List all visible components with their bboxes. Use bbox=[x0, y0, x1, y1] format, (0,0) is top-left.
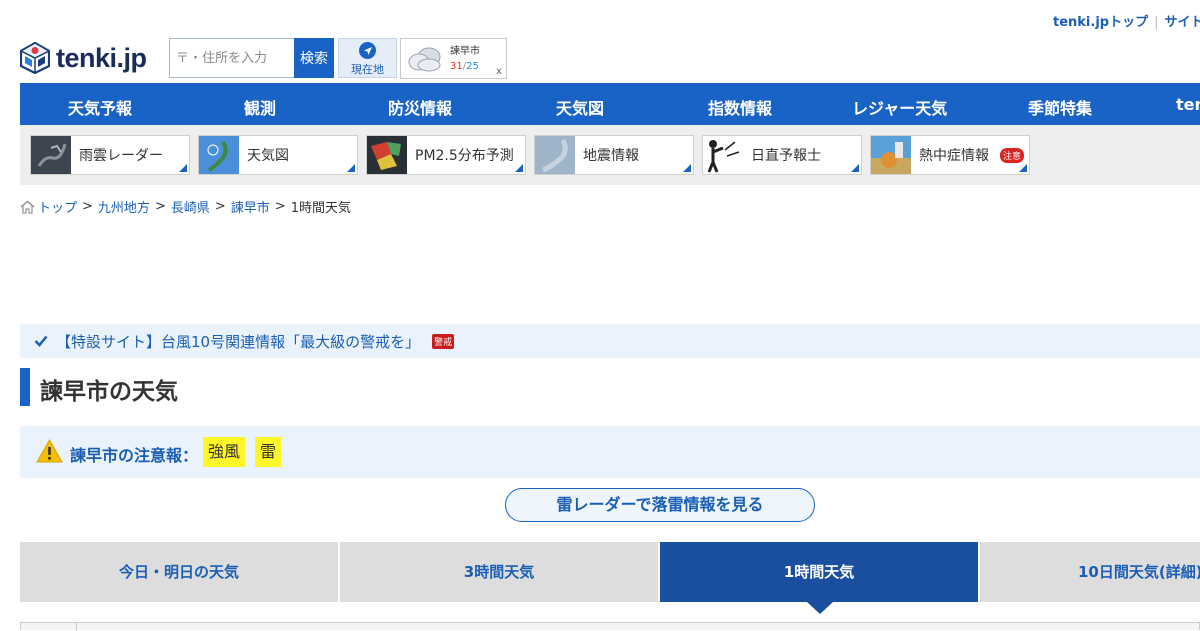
location-arrow-icon bbox=[359, 42, 376, 59]
nav-item-indices[interactable]: 指数情報 bbox=[708, 95, 772, 119]
tab-10-day[interactable]: 10日間天気(詳細) bbox=[980, 542, 1200, 602]
site-link[interactable]: サイト bbox=[1164, 15, 1200, 30]
hourly-table-header bbox=[20, 622, 1200, 631]
breadcrumb: トップ > 九州地方 > 長崎県 > 諫早市 > 1時間天気 bbox=[20, 197, 351, 216]
nav-item-disaster[interactable]: 防災情報 bbox=[388, 95, 452, 119]
cloud-icon bbox=[408, 47, 441, 72]
breadcrumb-isahaya[interactable]: 諫早市 bbox=[231, 197, 270, 216]
tenki-top-link[interactable]: tenki.jpトップ bbox=[1053, 15, 1148, 30]
warning-badge: 警戒 bbox=[432, 333, 455, 349]
special-site-link[interactable]: 【特設サイト】台風10号関連情報「最大級の警戒を」 bbox=[56, 331, 420, 352]
tile-heatstroke[interactable]: 熱中症情報 注意 bbox=[870, 135, 1030, 175]
tile-label: 天気図 bbox=[247, 148, 289, 164]
tile-pm25[interactable]: PM2.5分布予測 bbox=[366, 135, 526, 175]
tile-rain-radar[interactable]: 雨雲レーダー bbox=[30, 135, 190, 175]
breadcrumb-kyushu[interactable]: 九州地方 bbox=[98, 197, 150, 216]
weather-map-thumbnail bbox=[199, 136, 239, 174]
tile-label: 地震情報 bbox=[583, 148, 639, 164]
tile-label: 雨雲レーダー bbox=[79, 148, 163, 164]
breadcrumb-separator: > bbox=[274, 199, 286, 214]
logo-text: tenki.jp bbox=[56, 42, 147, 73]
special-site-banner[interactable]: 【特設サイト】台風10号関連情報「最大級の警戒を」 警戒 bbox=[20, 324, 1200, 358]
breadcrumb-top[interactable]: トップ bbox=[38, 197, 77, 216]
mini-temperatures: 31/25 bbox=[450, 61, 479, 72]
top-link-separator: | bbox=[1154, 15, 1159, 30]
advisory-label: 諫早市の注意報： bbox=[70, 446, 199, 465]
nav-item-weather-map[interactable]: 天気図 bbox=[556, 95, 604, 119]
warning-triangle-icon bbox=[36, 439, 63, 463]
corner-arrow-icon bbox=[515, 164, 523, 172]
tab-1-hour[interactable]: 1時間天気 bbox=[660, 542, 978, 602]
corner-arrow-icon bbox=[179, 164, 187, 172]
tab-3-hour[interactable]: 3時間天気 bbox=[340, 542, 658, 602]
earthquake-thumbnail bbox=[535, 136, 575, 174]
tile-forecaster[interactable]: 日直予報士 bbox=[702, 135, 862, 175]
forecaster-thumbnail bbox=[703, 136, 743, 174]
tenki-logo-icon bbox=[20, 42, 50, 74]
high-temp: 31 bbox=[450, 61, 463, 72]
site-logo[interactable]: tenki.jp bbox=[20, 42, 147, 74]
nav-item-seasonal[interactable]: 季節特集 bbox=[1028, 95, 1092, 119]
corner-arrow-icon bbox=[1019, 164, 1027, 172]
corner-arrow-icon bbox=[347, 164, 355, 172]
advisory-thunder[interactable]: 雷 bbox=[255, 437, 282, 467]
address-search: 検索 bbox=[169, 38, 334, 78]
lightning-radar-button[interactable]: 雷レーダーで落雷情報を見る bbox=[505, 488, 815, 522]
heatstroke-thumbnail bbox=[871, 136, 911, 174]
tile-label: 熱中症情報 bbox=[919, 148, 989, 164]
low-temp: 25 bbox=[466, 61, 479, 72]
tile-label: PM2.5分布予測 bbox=[415, 148, 514, 164]
search-button[interactable]: 検索 bbox=[294, 38, 334, 78]
top-links: tenki.jpトップ | サイト bbox=[1053, 11, 1200, 30]
close-mini-weather-button[interactable]: x bbox=[496, 66, 502, 77]
tile-label: 日直予報士 bbox=[751, 148, 821, 164]
pm25-thumbnail bbox=[367, 136, 407, 174]
current-location-button[interactable]: 現在地 bbox=[338, 38, 397, 78]
address-search-input[interactable] bbox=[169, 38, 294, 78]
corner-arrow-icon bbox=[851, 164, 859, 172]
nav-item-forecast[interactable]: 天気予報 bbox=[68, 95, 132, 119]
corner-arrow-icon bbox=[683, 164, 691, 172]
current-location-label: 現在地 bbox=[351, 63, 384, 76]
title-accent-bar bbox=[20, 368, 30, 406]
breadcrumb-separator: > bbox=[154, 199, 166, 214]
advisory-box: 諫早市の注意報： 強風 雷 bbox=[20, 426, 1200, 478]
main-nav: 天気予報 観測 防災情報 天気図 指数情報 レジャー天気 季節特集 ten bbox=[20, 83, 1200, 125]
tile-weather-map[interactable]: 天気図 bbox=[198, 135, 358, 175]
nav-item-observation[interactable]: 観測 bbox=[244, 95, 276, 119]
checkmark-icon bbox=[34, 335, 48, 347]
registered-city-weather[interactable]: 諫早市 31/25 x bbox=[400, 38, 507, 79]
advisory-strong-wind[interactable]: 強風 bbox=[203, 437, 246, 467]
tab-today-tomorrow[interactable]: 今日・明日の天気 bbox=[20, 542, 338, 602]
active-tab-indicator bbox=[807, 602, 833, 614]
breadcrumb-separator: > bbox=[214, 199, 226, 214]
page-title: 諫早市の天気 bbox=[40, 379, 178, 405]
caution-badge: 注意 bbox=[999, 148, 1024, 163]
breadcrumb-nagasaki[interactable]: 長崎県 bbox=[171, 197, 210, 216]
nav-item-ten[interactable]: ten bbox=[1176, 95, 1200, 114]
tile-earthquake[interactable]: 地震情報 bbox=[534, 135, 694, 175]
breadcrumb-current: 1時間天気 bbox=[290, 201, 351, 216]
rain-radar-thumbnail bbox=[31, 136, 71, 174]
home-icon bbox=[20, 200, 35, 214]
feature-tiles: 雨雲レーダー 天気図 PM2.5分布予測 地震情報 日直予報士 熱中症情報 注意 bbox=[20, 125, 1200, 185]
mini-city-name: 諫早市 bbox=[450, 46, 480, 57]
breadcrumb-separator: > bbox=[82, 199, 93, 214]
nav-item-leisure[interactable]: レジャー天気 bbox=[852, 95, 947, 119]
